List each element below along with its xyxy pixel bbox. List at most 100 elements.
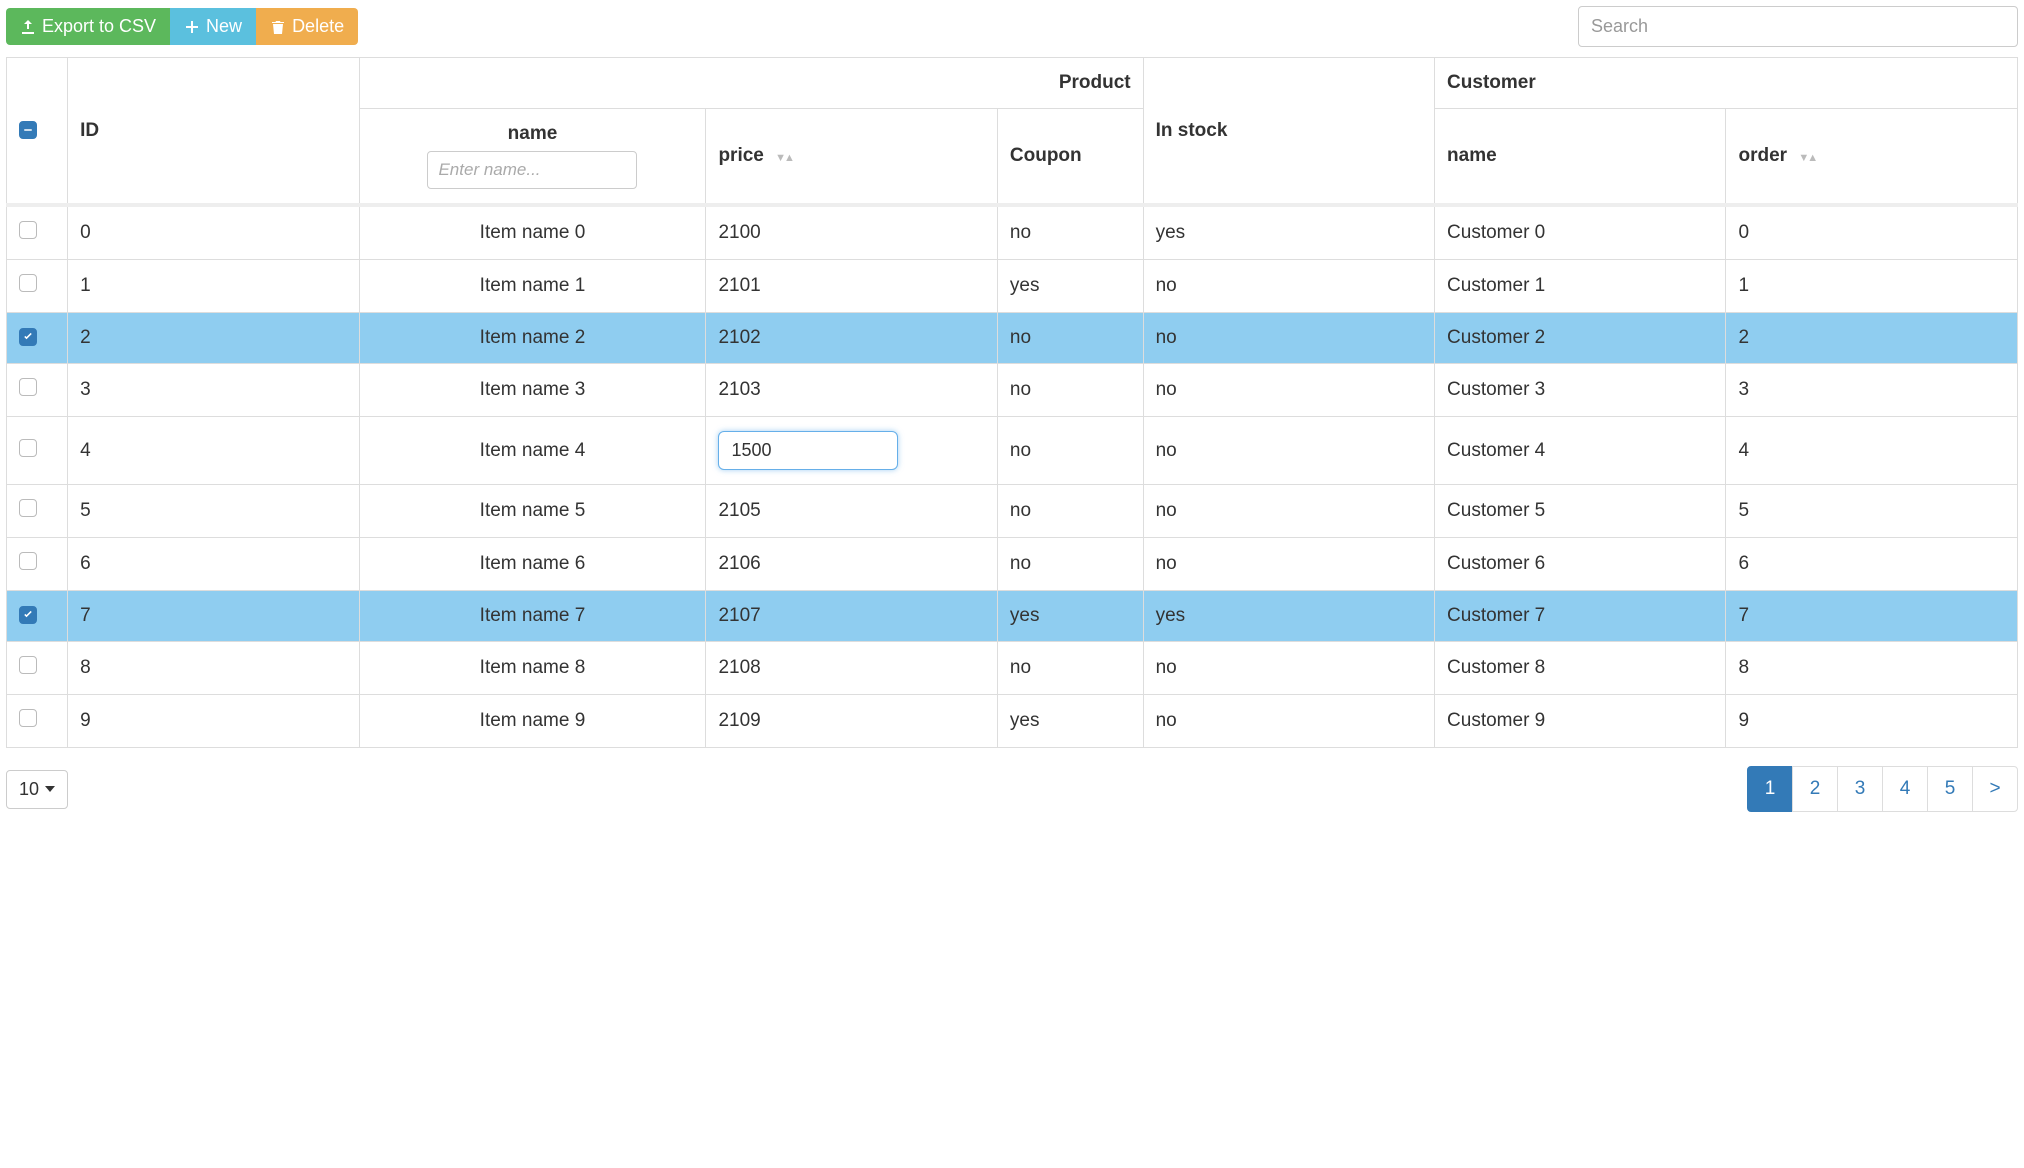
page-button[interactable]: 2 (1792, 766, 1838, 812)
cell-coupon[interactable]: no (997, 642, 1143, 695)
header-name[interactable]: name (359, 109, 706, 206)
cell-customer[interactable]: Customer 2 (1435, 313, 1726, 364)
cell-price[interactable]: 2107 (706, 591, 997, 642)
cell-name[interactable]: Item name 1 (359, 260, 706, 313)
cell-name[interactable]: Item name 6 (359, 538, 706, 591)
cell-coupon[interactable]: yes (997, 260, 1143, 313)
cell-order[interactable]: 5 (1726, 485, 2018, 538)
cell-in-stock[interactable]: no (1143, 695, 1434, 748)
header-order[interactable]: order ▼▲ (1726, 109, 2018, 206)
row-checkbox[interactable] (19, 552, 37, 570)
cell-in-stock[interactable]: no (1143, 485, 1434, 538)
cell-customer[interactable]: Customer 5 (1435, 485, 1726, 538)
cell-price[interactable]: 2105 (706, 485, 997, 538)
row-checkbox[interactable] (19, 499, 37, 517)
cell-id[interactable]: 2 (68, 313, 359, 364)
cell-id[interactable]: 8 (68, 642, 359, 695)
page-next-button[interactable]: > (1972, 766, 2018, 812)
cell-id[interactable]: 5 (68, 485, 359, 538)
row-checkbox[interactable] (19, 439, 37, 457)
cell-order[interactable]: 7 (1726, 591, 2018, 642)
cell-in-stock[interactable]: yes (1143, 205, 1434, 260)
cell-price[interactable]: 2102 (706, 313, 997, 364)
cell-price[interactable]: 2109 (706, 695, 997, 748)
cell-name[interactable]: Item name 0 (359, 205, 706, 260)
cell-coupon[interactable]: no (997, 313, 1143, 364)
cell-order[interactable]: 4 (1726, 417, 2018, 485)
row-checkbox[interactable] (19, 378, 37, 396)
row-checkbox[interactable] (19, 709, 37, 727)
cell-name[interactable]: Item name 5 (359, 485, 706, 538)
cell-in-stock[interactable]: no (1143, 364, 1434, 417)
cell-order[interactable]: 6 (1726, 538, 2018, 591)
cell-price[interactable] (706, 417, 997, 485)
name-filter-input[interactable] (427, 151, 637, 189)
page-button[interactable]: 5 (1927, 766, 1973, 812)
cell-price[interactable]: 2108 (706, 642, 997, 695)
cell-in-stock[interactable]: yes (1143, 591, 1434, 642)
header-customer-name[interactable]: name (1435, 109, 1726, 206)
cell-id[interactable]: 0 (68, 205, 359, 260)
cell-price[interactable]: 2103 (706, 364, 997, 417)
new-button[interactable]: New (170, 8, 256, 45)
cell-coupon[interactable]: no (997, 205, 1143, 260)
search-input[interactable] (1578, 6, 2018, 47)
cell-id[interactable]: 7 (68, 591, 359, 642)
cell-customer[interactable]: Customer 4 (1435, 417, 1726, 485)
cell-coupon[interactable]: yes (997, 591, 1143, 642)
cell-order[interactable]: 8 (1726, 642, 2018, 695)
cell-name[interactable]: Item name 3 (359, 364, 706, 417)
cell-customer[interactable]: Customer 7 (1435, 591, 1726, 642)
delete-button[interactable]: Delete (256, 8, 358, 45)
cell-customer[interactable]: Customer 8 (1435, 642, 1726, 695)
row-checkbox[interactable] (19, 606, 37, 624)
cell-coupon[interactable]: yes (997, 695, 1143, 748)
cell-id[interactable]: 3 (68, 364, 359, 417)
row-checkbox[interactable] (19, 274, 37, 292)
select-all-checkbox[interactable] (19, 121, 37, 139)
cell-in-stock[interactable]: no (1143, 417, 1434, 485)
cell-customer[interactable]: Customer 1 (1435, 260, 1726, 313)
cell-customer[interactable]: Customer 3 (1435, 364, 1726, 417)
page-button[interactable]: 1 (1747, 766, 1793, 812)
page-size-select[interactable]: 10 (6, 770, 68, 809)
header-coupon[interactable]: Coupon (997, 109, 1143, 206)
cell-price[interactable]: 2100 (706, 205, 997, 260)
row-checkbox[interactable] (19, 221, 37, 239)
row-checkbox[interactable] (19, 328, 37, 346)
header-id[interactable]: ID (68, 58, 359, 206)
header-price[interactable]: price ▼▲ (706, 109, 997, 206)
cell-customer[interactable]: Customer 9 (1435, 695, 1726, 748)
cell-price[interactable]: 2106 (706, 538, 997, 591)
cell-id[interactable]: 1 (68, 260, 359, 313)
cell-coupon[interactable]: no (997, 485, 1143, 538)
export-csv-button[interactable]: Export to CSV (6, 8, 170, 45)
cell-customer[interactable]: Customer 6 (1435, 538, 1726, 591)
row-checkbox[interactable] (19, 656, 37, 674)
cell-name[interactable]: Item name 8 (359, 642, 706, 695)
cell-in-stock[interactable]: no (1143, 538, 1434, 591)
cell-in-stock[interactable]: no (1143, 642, 1434, 695)
cell-order[interactable]: 1 (1726, 260, 2018, 313)
cell-order[interactable]: 9 (1726, 695, 2018, 748)
cell-name[interactable]: Item name 4 (359, 417, 706, 485)
cell-id[interactable]: 6 (68, 538, 359, 591)
cell-coupon[interactable]: no (997, 364, 1143, 417)
cell-order[interactable]: 0 (1726, 205, 2018, 260)
cell-coupon[interactable]: no (997, 417, 1143, 485)
cell-order[interactable]: 3 (1726, 364, 2018, 417)
cell-price[interactable]: 2101 (706, 260, 997, 313)
cell-in-stock[interactable]: no (1143, 313, 1434, 364)
cell-in-stock[interactable]: no (1143, 260, 1434, 313)
cell-id[interactable]: 9 (68, 695, 359, 748)
cell-name[interactable]: Item name 9 (359, 695, 706, 748)
cell-name[interactable]: Item name 7 (359, 591, 706, 642)
page-button[interactable]: 4 (1882, 766, 1928, 812)
cell-order[interactable]: 2 (1726, 313, 2018, 364)
page-button[interactable]: 3 (1837, 766, 1883, 812)
cell-id[interactable]: 4 (68, 417, 359, 485)
cell-customer[interactable]: Customer 0 (1435, 205, 1726, 260)
header-in-stock[interactable]: In stock (1143, 58, 1434, 206)
price-edit-input[interactable] (718, 431, 898, 470)
cell-name[interactable]: Item name 2 (359, 313, 706, 364)
